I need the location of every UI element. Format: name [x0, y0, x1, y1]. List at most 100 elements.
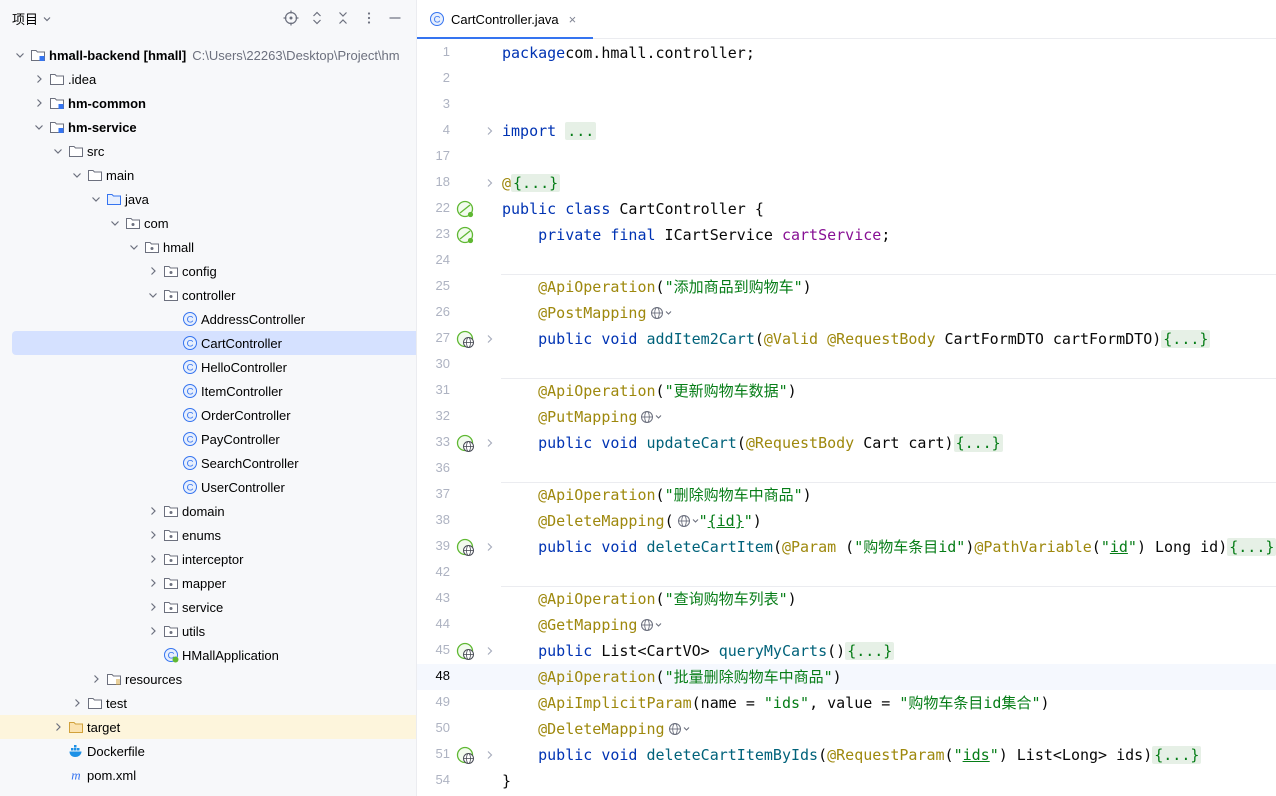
- code-line[interactable]: 27 public void addItem2Cart(@Valid @Requ…: [417, 326, 1276, 352]
- tree-item-hmall[interactable]: hmall: [0, 235, 416, 259]
- code-line[interactable]: 25 @ApiOperation("添加商品到购物车"): [417, 274, 1276, 300]
- tree-item-itemcontroller[interactable]: C ItemController: [0, 379, 416, 403]
- tree-item-utils[interactable]: utils: [0, 619, 416, 643]
- tree-item-cartcontroller[interactable]: C CartController: [0, 331, 416, 355]
- project-view-selector[interactable]: 项目: [12, 9, 52, 28]
- chevron-down-icon[interactable]: [12, 47, 28, 63]
- chevron-right-icon[interactable]: [31, 95, 47, 111]
- fold-chevron-icon[interactable]: [484, 435, 496, 451]
- tab-cartcontroller-java[interactable]: C CartController.java ×: [417, 0, 593, 39]
- tree-item-controller[interactable]: controller: [0, 283, 416, 307]
- tree-item-addresscontroller[interactable]: C AddressController: [0, 307, 416, 331]
- code-line[interactable]: 48 @ApiOperation("批量删除购物车中商品"): [417, 664, 1276, 690]
- fold-chevron-icon[interactable]: [484, 747, 496, 763]
- folded-code-region[interactable]: {...}: [953, 434, 1003, 452]
- code-line[interactable]: 42: [417, 560, 1276, 586]
- code-line[interactable]: 39 public void deleteCartItem(@Param ("购…: [417, 534, 1276, 560]
- web-endpoint-gutter-icon[interactable]: [455, 537, 475, 557]
- code-line[interactable]: 17: [417, 144, 1276, 170]
- tree-item-resources[interactable]: resources: [0, 667, 416, 691]
- tree-item-idea[interactable]: .idea: [0, 67, 416, 91]
- globe-icon[interactable]: [650, 305, 672, 325]
- fold-chevron-icon[interactable]: [484, 539, 496, 555]
- code-line[interactable]: 51 public void deleteCartItemByIds(@Requ…: [417, 742, 1276, 768]
- locate-file-icon[interactable]: [282, 9, 300, 27]
- code-line[interactable]: 43 @ApiOperation("查询购物车列表"): [417, 586, 1276, 612]
- tree-item-paycontroller[interactable]: C PayController: [0, 427, 416, 451]
- tree-item-enums[interactable]: enums: [0, 523, 416, 547]
- tree-item-domain[interactable]: domain: [0, 499, 416, 523]
- code-line[interactable]: 45 public List<CartVO> queryMyCarts() {..…: [417, 638, 1276, 664]
- tree-item-searchcontroller[interactable]: C SearchController: [0, 451, 416, 475]
- chevron-right-icon[interactable]: [50, 719, 66, 735]
- folded-code-region[interactable]: {...}: [511, 174, 561, 192]
- chevron-down-icon[interactable]: [126, 239, 142, 255]
- chevron-down-icon[interactable]: [69, 167, 85, 183]
- tree-item-java[interactable]: java: [0, 187, 416, 211]
- chevron-right-icon[interactable]: [69, 695, 85, 711]
- code-line[interactable]: 23 private final ICartService cartServic…: [417, 222, 1276, 248]
- code-line[interactable]: 4 import ...: [417, 118, 1276, 144]
- fold-chevron-icon[interactable]: [484, 175, 496, 191]
- collapse-all-icon[interactable]: [334, 9, 352, 27]
- code-editor[interactable]: C CartController.java × 1 packagecom.hmal…: [417, 0, 1276, 796]
- tree-item-hm-service[interactable]: hm-service: [0, 115, 416, 139]
- tree-item-src[interactable]: src: [0, 139, 416, 163]
- code-line[interactable]: 54}: [417, 768, 1276, 794]
- folded-code-region[interactable]: {...}: [1161, 330, 1211, 348]
- chevron-down-icon[interactable]: [88, 191, 104, 207]
- tree-item-pom-xml[interactable]: m pom.xml: [0, 763, 416, 787]
- web-endpoint-gutter-icon[interactable]: [455, 329, 475, 349]
- hide-panel-icon[interactable]: [386, 9, 404, 27]
- chevron-right-icon[interactable]: [88, 671, 104, 687]
- chevron-right-icon[interactable]: [145, 527, 161, 543]
- folded-code-region[interactable]: {...}: [1227, 538, 1276, 556]
- code-line[interactable]: 30: [417, 352, 1276, 378]
- code-line[interactable]: 37 @ApiOperation("删除购物车中商品"): [417, 482, 1276, 508]
- chevron-right-icon[interactable]: [145, 503, 161, 519]
- code-line[interactable]: 33 public void updateCart(@RequestBody C…: [417, 430, 1276, 456]
- code-line[interactable]: 44 @GetMapping: [417, 612, 1276, 638]
- spring-bean-gutter-icon[interactable]: [455, 199, 475, 219]
- code-line[interactable]: 50 @DeleteMapping: [417, 716, 1276, 742]
- tree-item-config[interactable]: config: [0, 259, 416, 283]
- folded-code-region[interactable]: ...: [565, 122, 597, 140]
- tree-item-com[interactable]: com: [0, 211, 416, 235]
- code-line[interactable]: 18 @ {...}: [417, 170, 1276, 196]
- tree-item-hmall-backend-hmall[interactable]: hmall-backend [hmall] C:\Users\22263\Desk…: [0, 43, 416, 67]
- code-line[interactable]: 1 packagecom.hmall.controller;: [417, 40, 1276, 66]
- fold-chevron-icon[interactable]: [484, 331, 496, 347]
- tree-item-dockerfile[interactable]: Dockerfile: [0, 739, 416, 763]
- fold-chevron-icon[interactable]: [484, 643, 496, 659]
- tree-item-target[interactable]: target: [0, 715, 416, 739]
- tree-item-usercontroller[interactable]: C UserController: [0, 475, 416, 499]
- code-line[interactable]: 26 @PostMapping: [417, 300, 1276, 326]
- chevron-down-icon[interactable]: [107, 215, 123, 231]
- chevron-right-icon[interactable]: [145, 551, 161, 567]
- chevron-right-icon[interactable]: [31, 71, 47, 87]
- tree-item-main[interactable]: main: [0, 163, 416, 187]
- tree-item-ordercontroller[interactable]: C OrderController: [0, 403, 416, 427]
- chevron-down-icon[interactable]: [31, 119, 47, 135]
- globe-icon[interactable]: [668, 721, 690, 741]
- code-line[interactable]: 31 @ApiOperation("更新购物车数据"): [417, 378, 1276, 404]
- web-endpoint-gutter-icon[interactable]: [455, 745, 475, 765]
- fold-chevron-icon[interactable]: [484, 123, 496, 139]
- chevron-right-icon[interactable]: [145, 623, 161, 639]
- code-line[interactable]: 24: [417, 248, 1276, 274]
- code-line[interactable]: 38 @DeleteMapping("{id}"): [417, 508, 1276, 534]
- code-line[interactable]: 2: [417, 66, 1276, 92]
- globe-icon[interactable]: [677, 513, 699, 533]
- code-line[interactable]: 3: [417, 92, 1276, 118]
- code-line[interactable]: 32 @PutMapping: [417, 404, 1276, 430]
- folded-code-region[interactable]: {...}: [845, 642, 895, 660]
- tree-item-hm-common[interactable]: hm-common: [0, 91, 416, 115]
- chevron-down-icon[interactable]: [50, 143, 66, 159]
- tree-item-hellocontroller[interactable]: C HelloController: [0, 355, 416, 379]
- close-tab-icon[interactable]: ×: [569, 12, 577, 27]
- tree-item-test[interactable]: test: [0, 691, 416, 715]
- more-options-icon[interactable]: [360, 9, 378, 27]
- folded-code-region[interactable]: {...}: [1152, 746, 1202, 764]
- globe-icon[interactable]: [640, 617, 662, 637]
- expand-all-icon[interactable]: [308, 9, 326, 27]
